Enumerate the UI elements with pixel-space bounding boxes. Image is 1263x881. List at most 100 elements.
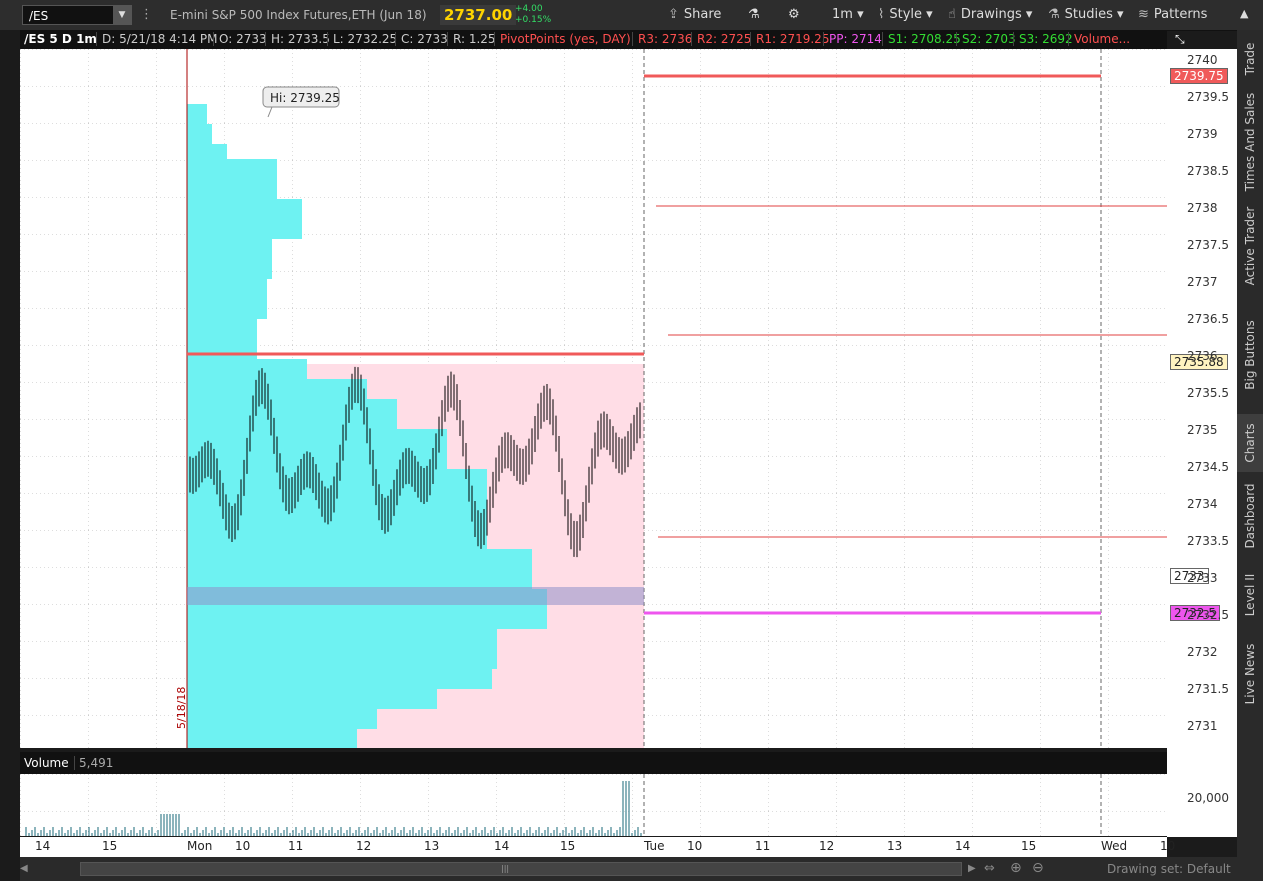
bar-date: D: 5/21/18 4:14 PM [96, 32, 218, 46]
share-label: Share [683, 7, 722, 22]
profile-row [187, 104, 207, 124]
high-price-tag: 2739.75 [1170, 68, 1228, 84]
symbol-text: /ES [29, 9, 49, 23]
drawing-set-label[interactable]: Drawing set: Default [1107, 862, 1231, 876]
scroll-left-icon[interactable]: ◀ [20, 863, 28, 874]
time-axis-label: 15 [102, 839, 118, 853]
chart-scrollbar[interactable]: ◀ ||| ▶ ⇔ ⊕ ⊖ Drawing set: Default [20, 857, 1237, 881]
time-axis-label: Wed [1101, 839, 1128, 853]
time-axis-label: 10 [687, 839, 703, 853]
zoom-icon[interactable]: ⊖ [1032, 860, 1044, 876]
timeframe-label: 1m [832, 7, 853, 22]
value-area-band [187, 587, 644, 605]
profile-row [187, 159, 277, 199]
scroll-thumb-grip[interactable]: ||| [501, 865, 521, 873]
volume-study-label[interactable]: Volume... [1068, 32, 1130, 46]
price-axis-tick: 2734.5 [1187, 460, 1229, 474]
profile-row [187, 239, 272, 279]
time-axis-label: 10 [1160, 839, 1176, 853]
sidebar-tab-active-trader[interactable]: Active Trader [1237, 196, 1263, 296]
profile-row [187, 199, 302, 219]
sidebar-tab-times-and-sales[interactable]: Times And Sales [1237, 92, 1263, 192]
profile-row [187, 279, 267, 319]
time-axis-label: 13 [887, 839, 903, 853]
hi-callout-text: Hi: 2739.25 [270, 91, 340, 105]
sidebar-tab-charts[interactable]: Charts [1237, 414, 1263, 472]
arrows-horizontal-icon[interactable]: ⇔ [984, 861, 995, 876]
time-axis-label: 12 [819, 839, 835, 853]
patterns-label: Patterns [1153, 7, 1208, 22]
price-axis-tick: 2735.5 [1187, 386, 1229, 400]
time-axis-label: 15 [1021, 839, 1037, 853]
price-chart[interactable]: Hi: 2739.25 5/18/18 [20, 49, 1167, 748]
price-axis-tick: 2733.5 [1187, 534, 1229, 548]
pivot-pp: PP: 2714 [823, 32, 882, 46]
timeframe-button[interactable]: 1m ▾ [832, 7, 864, 22]
profile-row [187, 429, 447, 469]
patterns-button[interactable]: ≋ Patterns [1138, 7, 1207, 22]
pivot-study-label[interactable]: PivotPoints (yes, DAY) [494, 32, 631, 46]
flask-icon[interactable]: ⚗ [748, 7, 760, 22]
price-axis-tick: 2737 [1187, 275, 1218, 289]
sidebar-tab-level-ii[interactable]: Level II [1237, 560, 1263, 630]
change-percent: +0.15% [515, 15, 552, 25]
scroll-right-icon[interactable]: ▶ [968, 863, 976, 874]
sidebar-tab-big-buttons[interactable]: Big Buttons [1237, 300, 1263, 410]
collapse-icon[interactable]: ⤡ [1175, 32, 1185, 47]
time-axis-label: 11 [755, 839, 771, 853]
volume-value: 5,491 [74, 756, 113, 770]
pivot-r1: R1: 2719.25 [750, 32, 829, 46]
right-sidebar: Trade Times And Sales Active Trader Big But… [1237, 30, 1263, 881]
sidebar-tab-label: Dashboard [1243, 483, 1257, 549]
volume-canvas [20, 774, 1167, 836]
price-axis-tick: 2738.5 [1187, 164, 1229, 178]
scroll-track[interactable]: ||| [80, 862, 962, 876]
drawings-button[interactable]: ☝ Drawings ▾ [948, 7, 1032, 22]
chevron-down-icon[interactable]: ▼ [113, 6, 131, 24]
profile-row [187, 729, 357, 748]
price-change: +4.00 +0.15% [515, 4, 551, 26]
gear-icon[interactable]: ⋮ [140, 7, 153, 22]
price-axis[interactable]: 2739.75 2735.88 2733 2732.5 20,000 2740 2… [1167, 49, 1237, 837]
sidebar-tab-dashboard[interactable]: Dashboard [1237, 476, 1263, 556]
price-axis-tick: 2731 [1187, 719, 1218, 733]
price-axis-tick: 2739.5 [1187, 90, 1229, 104]
crosshair-icon[interactable]: ⊕ [1010, 860, 1022, 876]
share-button[interactable]: ⇪ Share [668, 7, 721, 22]
share-icon: ⇪ [668, 7, 679, 22]
time-axis-label: 14 [955, 839, 971, 853]
profile-row [187, 669, 492, 689]
price-axis-tick: 2732 [1187, 645, 1218, 659]
time-axis-label: 14 [494, 839, 510, 853]
symbol-selector[interactable]: /ES ▼ [22, 5, 132, 25]
sidebar-tab-live-news[interactable]: Live News [1237, 634, 1263, 714]
sidebar-tab-trade[interactable]: Trade [1237, 30, 1263, 88]
chart-label[interactable]: /ES 5 D 1m [24, 32, 97, 46]
profile-row [187, 359, 307, 379]
time-axis[interactable]: 14 15 Mon 10 11 12 13 14 15 Tue 10 11 12 13 14 15 Wed 10 [20, 837, 1175, 857]
date-marker: 5/18/18 [175, 687, 188, 729]
price-axis-tick: 2733 [1187, 571, 1218, 585]
style-button[interactable]: ⌇ Style ▾ [878, 7, 933, 22]
sidebar-tab-label: Level II [1243, 573, 1257, 617]
profile-row [187, 709, 377, 729]
profile-row [187, 399, 397, 429]
settings-gear-icon[interactable]: ⚙ [788, 7, 800, 22]
bar-low: L: 2732.25 [327, 32, 397, 46]
chart-canvas: Hi: 2739.25 5/18/18 [20, 49, 1167, 748]
time-axis-label: Tue [644, 839, 665, 853]
studies-button[interactable]: ⚗ Studies ▾ [1048, 7, 1124, 22]
sidebar-tab-label: Times And Sales [1243, 92, 1257, 192]
last-price: 2737.00 [440, 5, 517, 25]
price-axis-tick: 2735 [1187, 423, 1218, 437]
volume-chart[interactable] [20, 774, 1167, 836]
price-axis-tick: 2736 [1187, 349, 1218, 363]
profile-row [187, 219, 302, 239]
profile-row [187, 124, 212, 144]
bar-high: H: 2733.5 [265, 32, 330, 46]
time-axis-label: 10 [235, 839, 251, 853]
time-axis-label: 12 [356, 839, 372, 853]
time-axis-label: 11 [288, 839, 304, 853]
chevron-up-icon[interactable]: ▲ [1240, 7, 1248, 20]
volume-header: Volume 5,491 [20, 752, 1167, 774]
